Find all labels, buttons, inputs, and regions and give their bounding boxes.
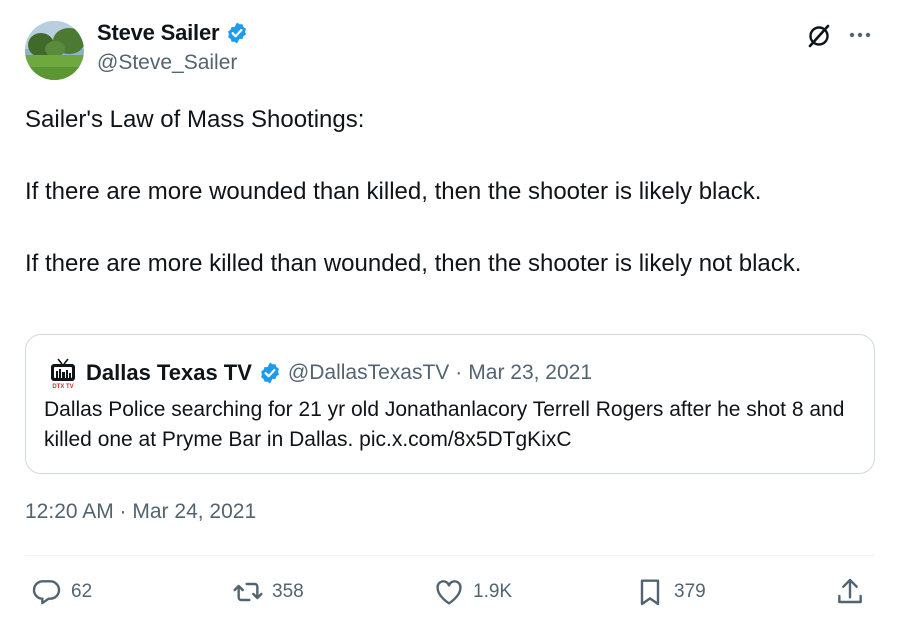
author-name-row: Steve Sailer [97, 20, 249, 46]
like-count: 1.9K [473, 581, 513, 602]
tweet-line: If there are more wounded than killed, t… [25, 178, 762, 205]
tweet-line: If there are more killed than wounded, t… [25, 250, 802, 277]
tweet-line: Sailer's Law of Mass Shootings: [25, 106, 365, 133]
reply-count: 62 [71, 581, 93, 602]
avatar[interactable] [25, 21, 84, 80]
share-button[interactable] [834, 574, 866, 610]
quoted-tweet-header: DTX TV Dallas Texas TV @DallasTexasTV · … [50, 355, 592, 391]
reply-button[interactable]: 62 [31, 574, 92, 610]
avatar-image [25, 21, 84, 80]
author-display-name[interactable]: Steve Sailer [97, 20, 220, 46]
tweet-text: Sailer's Law of Mass Shootings: If there… [25, 102, 865, 282]
repost-icon [233, 582, 263, 602]
verified-badge-icon [261, 362, 279, 384]
more-button[interactable] [846, 23, 874, 47]
like-icon [436, 580, 462, 605]
quoted-author-handle[interactable]: @DallasTexasTV [288, 361, 449, 385]
quoted-tweet-date[interactable]: Mar 23, 2021 [468, 361, 592, 385]
like-button[interactable]: 1.9K [433, 574, 512, 610]
reply-icon [32, 580, 61, 605]
quoted-author-name[interactable]: Dallas Texas TV [86, 360, 252, 386]
share-icon [838, 578, 862, 604]
author-handle[interactable]: @Steve_Sailer [97, 51, 237, 75]
logo-text: DTX TV [52, 384, 73, 390]
repost-count: 358 [272, 581, 304, 602]
separator-dot: · [455, 361, 463, 384]
quoted-tweet[interactable]: DTX TV Dallas Texas TV @DallasTexasTV · … [25, 334, 875, 474]
dallas-texas-tv-logo[interactable]: DTX TV [50, 356, 76, 390]
more-icon [849, 32, 871, 38]
bookmark-icon [640, 579, 660, 606]
verified-badge-icon [228, 22, 247, 44]
tweet-timestamp[interactable]: 12:20 AM · Mar 24, 2021 [25, 500, 256, 524]
grok-button[interactable] [804, 21, 834, 51]
grok-icon [808, 24, 830, 48]
bookmark-count: 379 [674, 581, 706, 602]
quoted-tweet-text: Dallas Police searching for 21 yr old Jo… [44, 398, 845, 451]
repost-button[interactable]: 358 [232, 574, 304, 610]
divider [25, 555, 875, 556]
bookmark-button[interactable]: 379 [634, 574, 706, 610]
